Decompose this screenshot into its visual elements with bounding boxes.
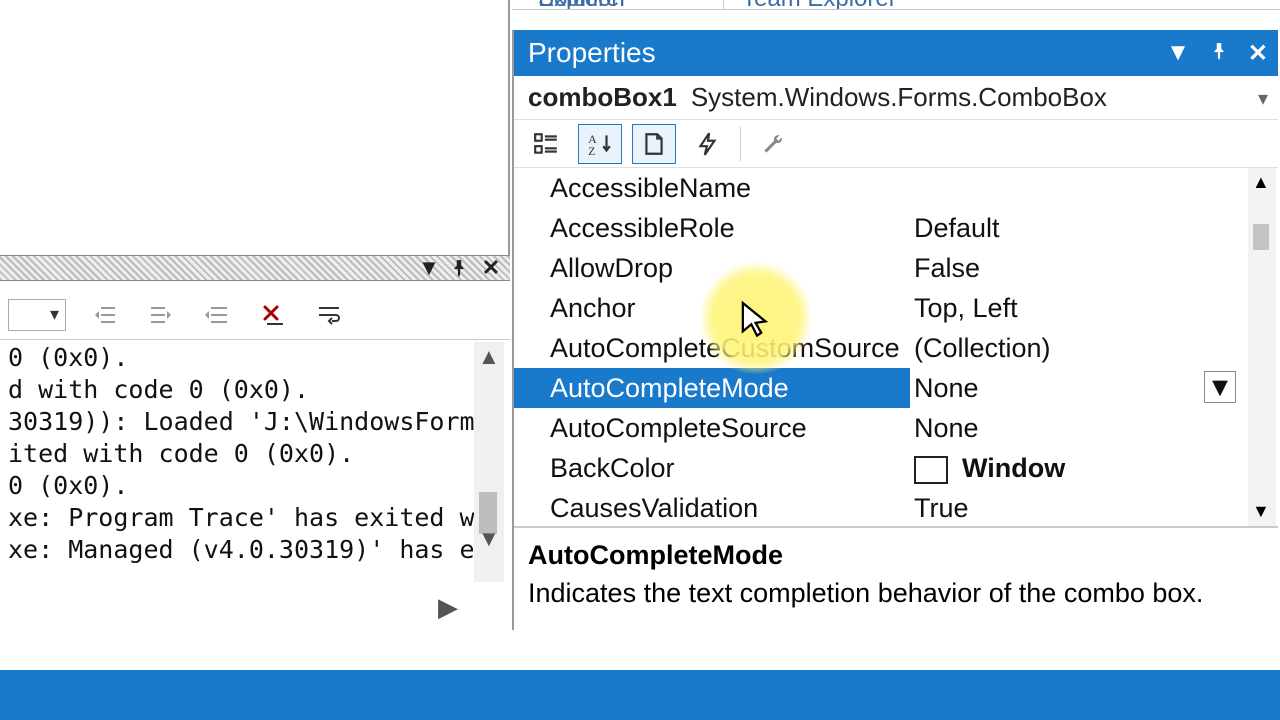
- properties-page-icon[interactable]: [632, 124, 676, 164]
- output-source-select[interactable]: [8, 299, 66, 331]
- property-value-text: Default: [914, 213, 1000, 243]
- property-name: AutoCompleteMode: [514, 368, 910, 408]
- object-type: System.Windows.Forms.ComboBox: [691, 82, 1107, 113]
- svg-text:Z: Z: [588, 143, 595, 156]
- tab-team-explorer[interactable]: Team Explorer: [728, 0, 928, 9]
- designer-surface[interactable]: [0, 0, 510, 255]
- pin-icon[interactable]: [448, 259, 470, 279]
- property-value-text: True: [914, 493, 969, 523]
- value-dropdown-button[interactable]: ▼: [1204, 371, 1236, 403]
- property-row[interactable]: AutoCompleteModeNone ▼: [514, 368, 1278, 408]
- property-row[interactable]: AccessibleName: [514, 168, 1278, 208]
- property-row[interactable]: CausesValidationTrue: [514, 488, 1278, 528]
- wrap-icon[interactable]: [312, 300, 346, 330]
- clear-icon[interactable]: [256, 300, 290, 330]
- pin-icon[interactable]: [1210, 39, 1228, 67]
- property-name: AllowDrop: [514, 248, 910, 288]
- scroll-up-icon[interactable]: ▲: [1252, 172, 1270, 193]
- scroll-right-icon[interactable]: ▶: [438, 592, 458, 623]
- properties-title-text: Properties: [528, 37, 656, 69]
- categorized-icon[interactable]: [524, 124, 568, 164]
- property-row[interactable]: AutoCompleteCustomSource(Collection): [514, 328, 1278, 368]
- property-value[interactable]: [910, 168, 1278, 208]
- property-row[interactable]: BackColor Window: [514, 448, 1278, 488]
- property-name: Anchor: [514, 288, 910, 328]
- scroll-down-icon[interactable]: ▼: [1252, 501, 1270, 522]
- indent-right-icon[interactable]: [144, 300, 178, 330]
- property-value[interactable]: True: [910, 488, 1278, 528]
- property-value[interactable]: (Collection): [910, 328, 1278, 368]
- property-value[interactable]: Window: [910, 448, 1278, 488]
- output-vertical-scrollbar[interactable]: ▲ ▼: [474, 342, 504, 582]
- property-description: AutoCompleteMode Indicates the text comp…: [514, 526, 1278, 630]
- property-value-text: None: [914, 413, 979, 443]
- output-text[interactable]: 0 (0x0). d with code 0 (0x0). 30319)): L…: [0, 342, 474, 572]
- property-name: AutoCompleteSource: [514, 408, 910, 448]
- properties-toolbar: AZ: [514, 120, 1278, 168]
- description-body: Indicates the text completion behavior o…: [528, 574, 1264, 612]
- outdent-icon[interactable]: [200, 300, 234, 330]
- properties-panel: Properties ▼ ✕ comboBox1 System.Windows.…: [512, 30, 1278, 630]
- property-value-text: False: [914, 253, 980, 283]
- object-selector[interactable]: comboBox1 System.Windows.Forms.ComboBox …: [514, 76, 1278, 120]
- property-name: CausesValidation: [514, 488, 910, 528]
- property-value[interactable]: Default: [910, 208, 1278, 248]
- right-tabstrip: Solution Explorer Team Explorer: [512, 0, 1280, 10]
- status-bar: [0, 670, 1280, 720]
- close-icon[interactable]: ✕: [480, 259, 502, 279]
- grid-vertical-scrollbar[interactable]: ▲ ▼: [1248, 168, 1276, 526]
- scroll-thumb[interactable]: [1253, 224, 1269, 250]
- property-row[interactable]: AutoCompleteSourceNone: [514, 408, 1278, 448]
- property-name: AccessibleRole: [514, 208, 910, 248]
- property-value[interactable]: None: [910, 408, 1278, 448]
- left-pane: ▼ ✕ 0 (0x0). d with code 0 (0x0). 30319)…: [0, 0, 510, 640]
- property-name: BackColor: [514, 448, 910, 488]
- property-value-text: Top, Left: [914, 293, 1018, 323]
- property-value[interactable]: False: [910, 248, 1278, 288]
- alphabetical-icon[interactable]: AZ: [578, 124, 622, 164]
- output-dropdown-icon[interactable]: ▼: [418, 259, 440, 279]
- properties-grid[interactable]: AccessibleNameAccessibleRoleDefaultAllow…: [514, 168, 1278, 526]
- object-name: comboBox1: [528, 82, 677, 113]
- indent-left-icon[interactable]: [88, 300, 122, 330]
- properties-titlebar[interactable]: Properties ▼ ✕: [514, 30, 1278, 76]
- wrench-icon[interactable]: [751, 124, 795, 164]
- property-row[interactable]: AccessibleRoleDefault: [514, 208, 1278, 248]
- events-icon[interactable]: [686, 124, 730, 164]
- property-row[interactable]: AnchorTop, Left: [514, 288, 1278, 328]
- description-title: AutoCompleteMode: [528, 536, 1264, 574]
- close-icon[interactable]: ✕: [1248, 39, 1268, 68]
- property-name: AccessibleName: [514, 168, 910, 208]
- output-titlebar[interactable]: ▼ ✕: [0, 255, 510, 281]
- output-toolbar: [0, 290, 510, 340]
- chevron-down-icon[interactable]: ▾: [1258, 86, 1268, 111]
- property-row[interactable]: AllowDropFalse: [514, 248, 1278, 288]
- tab-solution-explorer[interactable]: Solution Explorer: [524, 0, 724, 9]
- scroll-down-icon[interactable]: ▼: [478, 526, 500, 552]
- property-value-text: Window: [962, 453, 1065, 483]
- property-value-text: (Collection): [914, 333, 1051, 363]
- property-value-text: None: [914, 373, 979, 403]
- scroll-up-icon[interactable]: ▲: [478, 344, 500, 370]
- property-value[interactable]: None ▼: [910, 368, 1278, 408]
- panel-dropdown-icon[interactable]: ▼: [1166, 39, 1190, 67]
- property-value[interactable]: Top, Left: [910, 288, 1278, 328]
- color-swatch: [914, 456, 948, 484]
- property-name: AutoCompleteCustomSource: [514, 328, 910, 368]
